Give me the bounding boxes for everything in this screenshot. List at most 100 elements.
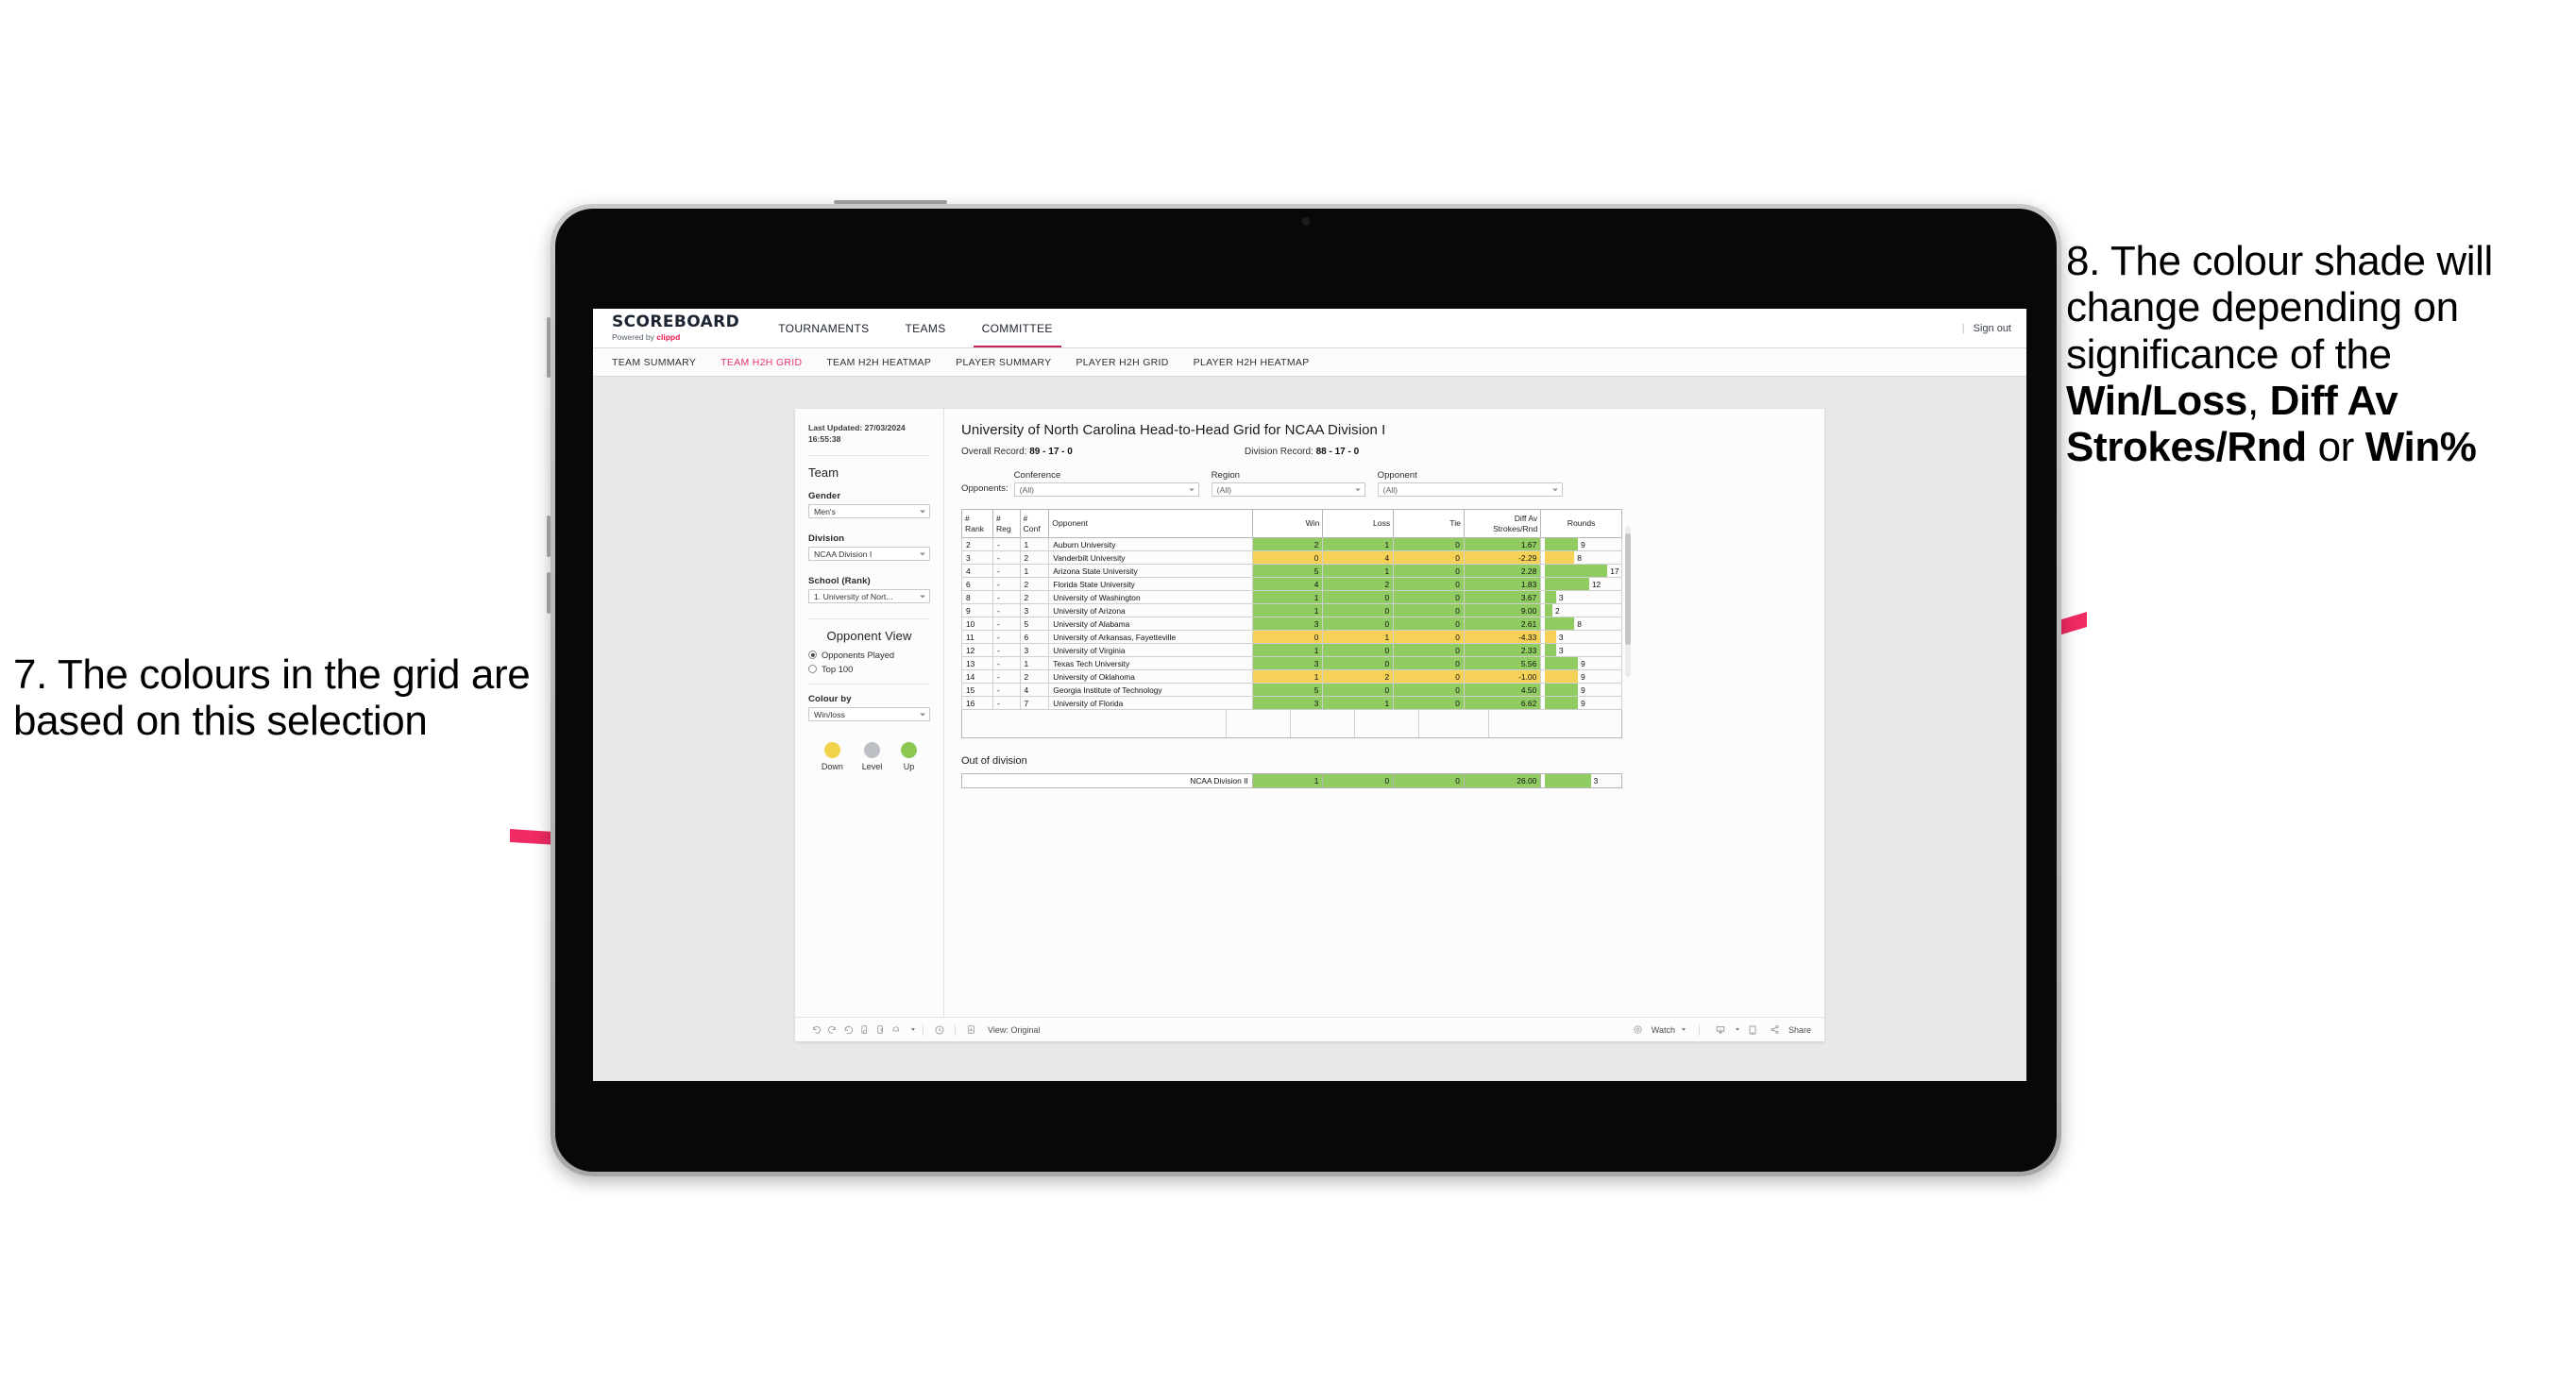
table-row[interactable]: 4-1 Arizona State University 5 1 0 2.28 17	[961, 564, 1622, 579]
opponent-filter-group: Opponent (All)	[1377, 470, 1563, 497]
table-row[interactable]: 14-2 University of Oklahoma 1 2 0 -1.00 9	[961, 669, 1622, 685]
table-row[interactable]: 15-4 Georgia Institute of Technology 5 0 0 4.…	[961, 683, 1622, 698]
chevron-down-icon	[911, 1028, 915, 1031]
cell-loss: 1	[1322, 630, 1395, 645]
annotation-right-text: 8. The colour shade will change dependin…	[2066, 238, 2576, 470]
subnav-item-player-summary[interactable]: PLAYER SUMMARY	[956, 357, 1051, 368]
highlight-group[interactable]	[889, 1022, 915, 1038]
colour-by-label: Colour by	[808, 694, 852, 705]
overall-record-label: Overall Record:	[961, 447, 1030, 457]
legend-label-level: Level	[861, 762, 883, 772]
device-layout-icon[interactable]	[1745, 1022, 1761, 1038]
cell-rounds: 9	[1540, 537, 1622, 552]
cell-rank: 10	[961, 617, 993, 632]
volume-down-button[interactable]	[547, 572, 551, 614]
cell-tie: 0	[1393, 643, 1465, 658]
share-icon[interactable]	[1767, 1022, 1783, 1038]
top-button[interactable]	[834, 200, 947, 204]
table-row[interactable]: 3-2 Vanderbilt University 0 4 0 -2.29 8	[961, 550, 1622, 566]
view-original-group[interactable]: View: Original	[963, 1022, 1040, 1038]
subnav-item-team-summary[interactable]: TEAM SUMMARY	[612, 357, 696, 368]
cell-diff-av-strokes: 1.67	[1463, 537, 1542, 552]
cell-diff-av-strokes: 5.56	[1463, 656, 1542, 671]
chevron-down-icon	[1551, 488, 1558, 491]
undo-icon[interactable]	[808, 1022, 824, 1038]
toolbar-divider-3	[1698, 1023, 1700, 1036]
col-header-diff-av-strokes: Diff Av Strokes/Rnd	[1463, 508, 1542, 539]
table-row[interactable]: 9-3 University of Arizona 1 0 0 9.00 2	[961, 603, 1622, 618]
conference-select[interactable]: (All)	[1013, 482, 1199, 497]
topnav-item-teams[interactable]: TEAMS	[888, 309, 964, 347]
legend-item-level: Level	[861, 742, 883, 772]
cell-diff-av-strokes: -4.33	[1463, 630, 1542, 645]
grid-vertical-scrollbar[interactable]	[1625, 526, 1631, 677]
subnav-item-player-h2h-grid[interactable]: PLAYER H2H GRID	[1076, 357, 1168, 368]
cell-win: 5	[1251, 683, 1324, 698]
table-row[interactable]: 6-2 Florida State University 4 2 0 1.83 12	[961, 577, 1622, 592]
region-select[interactable]: (All)	[1211, 482, 1365, 497]
division-select[interactable]: NCAA Division I	[808, 547, 930, 562]
pause-data-icon[interactable]	[873, 1022, 889, 1038]
toolbar-divider-1	[923, 1023, 924, 1036]
opponent-select[interactable]: (All)	[1377, 482, 1563, 497]
cell-rounds: 12	[1540, 577, 1622, 592]
school-rank-select[interactable]: 1. University of Nort...	[808, 589, 930, 604]
cell-conf: 2	[1019, 550, 1050, 566]
cell-conf: 3	[1019, 643, 1050, 658]
dashboard-sheet: Last Updated: 27/03/2024 16:55:38 Team G…	[795, 409, 1824, 1041]
table-row[interactable]: 11-6 University of Arkansas, Fayetteville…	[961, 630, 1622, 645]
download-icon[interactable]	[1713, 1022, 1729, 1038]
cell-rank: 6	[961, 577, 993, 592]
topnav-item-tournaments[interactable]: TOURNAMENTS	[760, 309, 887, 347]
cell-win: 3	[1251, 656, 1324, 671]
share-group[interactable]: Share	[1767, 1022, 1811, 1038]
legend-label-down: Down	[821, 762, 843, 772]
watch-group[interactable]: Watch	[1630, 1022, 1686, 1038]
cell-reg: -	[991, 577, 1021, 592]
gender-label: Gender	[808, 491, 841, 502]
chevron-down-icon	[1735, 1028, 1739, 1031]
radio-top-100[interactable]: Top 100	[808, 664, 930, 674]
subnav-item-team-h2h-grid[interactable]: TEAM H2H GRID	[720, 357, 802, 368]
chevron-down-icon	[1681, 1028, 1686, 1031]
cell-diff-av-strokes: 3.67	[1463, 590, 1542, 605]
subnav-item-player-h2h-heatmap[interactable]: PLAYER H2H HEATMAP	[1194, 357, 1310, 368]
table-row[interactable]: 2-1 Auburn University 2 1 0 1.67 9	[961, 537, 1622, 552]
view-icon[interactable]	[963, 1022, 979, 1038]
scrollbar-thumb[interactable]	[1625, 533, 1631, 645]
redo-icon[interactable]	[824, 1022, 840, 1038]
volume-up-button[interactable]	[547, 516, 551, 557]
power-button[interactable]	[547, 317, 551, 378]
radio-opponents-played[interactable]: Opponents Played	[808, 650, 930, 660]
table-row[interactable]: 16-7 University of Florida 3 1 0 6.62 9	[961, 696, 1622, 711]
cell-opponent: Vanderbilt University	[1048, 550, 1253, 566]
cell-rank: 9	[961, 603, 993, 618]
table-row[interactable]: 13-1 Texas Tech University 3 0 0 5.56 9	[961, 656, 1622, 671]
table-row[interactable]: 10-5 University of Alabama 3 0 0 2.61 8	[961, 617, 1622, 632]
colour-by-select[interactable]: Win/loss	[808, 707, 930, 722]
table-row[interactable]: 8-2 University of Washington 1 0 0 3.67 3	[961, 590, 1622, 605]
refresh-data-icon[interactable]	[856, 1022, 873, 1038]
download-group[interactable]	[1713, 1022, 1739, 1038]
cell-loss: 0	[1322, 617, 1395, 632]
sign-out-link[interactable]: Sign out	[1974, 323, 2011, 334]
col-header-loss: Loss	[1322, 508, 1395, 539]
h2h-grid-wrapper: # Rank # Reg # Conf Opponent Win Loss Tie	[961, 508, 1631, 739]
clock-icon[interactable]	[931, 1022, 947, 1038]
topnav-item-committee[interactable]: COMMITTEE	[964, 309, 1071, 347]
brand-logo[interactable]: SCOREBOARD Powered by clippd	[593, 309, 760, 347]
brand-title: SCOREBOARD	[612, 313, 740, 332]
annotation-left-text: 7. The colours in the grid are based on …	[13, 651, 531, 745]
radio-icon	[808, 665, 817, 674]
gender-select[interactable]: Men's	[808, 504, 930, 519]
table-row[interactable]: 12-3 University of Virginia 1 0 0 2.33 3	[961, 643, 1622, 658]
legend-label-up: Up	[903, 762, 915, 772]
cell-rounds: 8	[1540, 617, 1622, 632]
highlight-icon[interactable]	[889, 1022, 905, 1038]
revert-icon[interactable]	[840, 1022, 856, 1038]
cell-rank: 4	[961, 564, 993, 579]
subnav-item-team-h2h-heatmap[interactable]: TEAM H2H HEATMAP	[826, 357, 931, 368]
watch-icon[interactable]	[1630, 1022, 1646, 1038]
cell-conf: 4	[1019, 683, 1050, 698]
cell-loss: 0	[1322, 683, 1395, 698]
